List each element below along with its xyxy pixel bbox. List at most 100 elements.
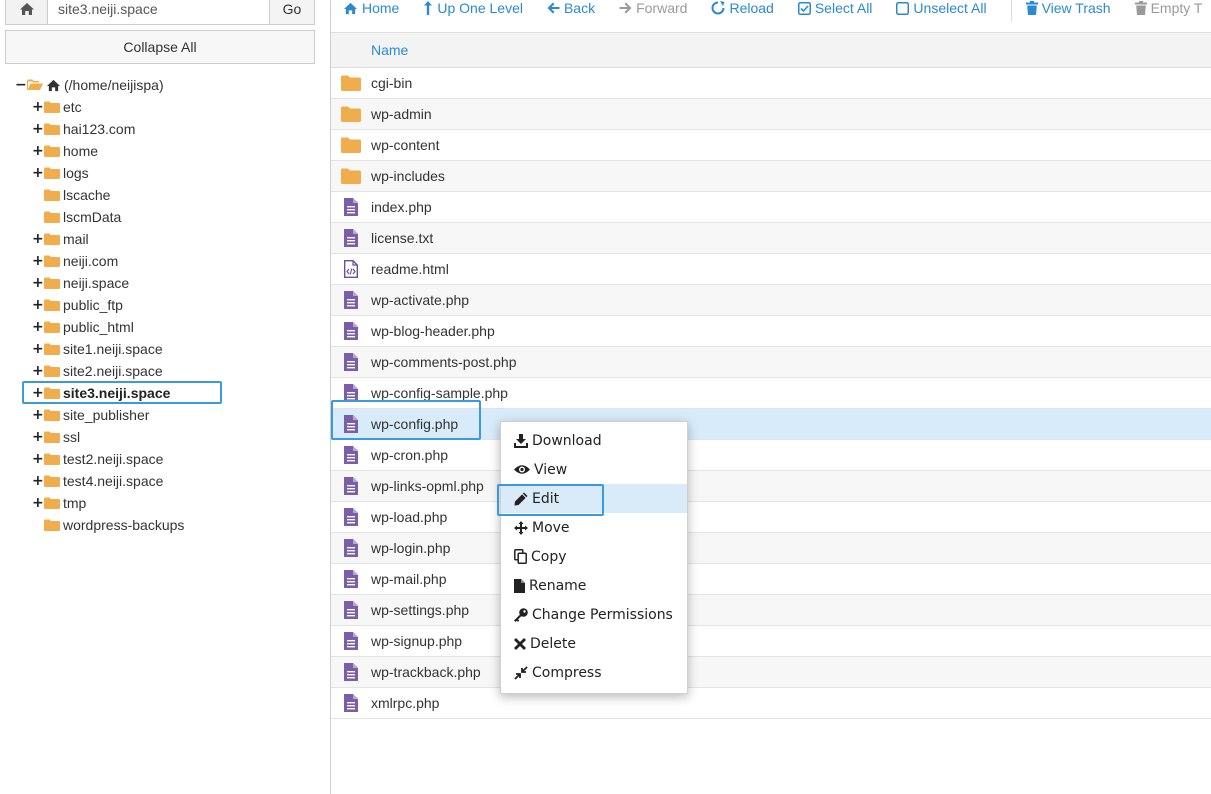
view-trash-button[interactable]: View Trash bbox=[1025, 0, 1111, 18]
home-button[interactable]: Home bbox=[343, 0, 399, 18]
file-row[interactable]: wp-comments-post.php bbox=[331, 347, 1211, 378]
go-button[interactable]: Go bbox=[269, 0, 314, 24]
file-row[interactable]: wp-mail.php bbox=[331, 564, 1211, 595]
file-text-icon bbox=[331, 694, 371, 712]
tree-item-tmp[interactable]: + tmp bbox=[0, 492, 330, 514]
tree-item-mail[interactable]: + mail bbox=[0, 228, 330, 250]
menu-item-move[interactable]: Move bbox=[501, 513, 687, 542]
folder-icon bbox=[42, 189, 63, 201]
file-row[interactable]: readme.html bbox=[331, 254, 1211, 285]
file-row[interactable]: xmlrpc.php bbox=[331, 688, 1211, 719]
expand-toggle-icon[interactable]: + bbox=[32, 276, 44, 290]
reload-button[interactable]: Reload bbox=[711, 0, 774, 18]
file-name: cgi-bin bbox=[371, 75, 413, 91]
tree-item-lscmdata[interactable]: +lscmData bbox=[0, 206, 330, 228]
file-text-icon bbox=[331, 601, 371, 619]
menu-item-rename[interactable]: Rename bbox=[501, 571, 687, 600]
tree-item-ssl[interactable]: + ssl bbox=[0, 426, 330, 448]
expand-toggle-icon[interactable]: + bbox=[32, 408, 44, 422]
expand-toggle-icon[interactable]: + bbox=[32, 430, 44, 444]
expand-toggle-icon[interactable]: + bbox=[32, 320, 44, 334]
menu-item-change-permissions[interactable]: Change Permissions bbox=[501, 600, 687, 629]
up-one-level-button[interactable]: Up One Level bbox=[423, 0, 523, 18]
select-all-button[interactable]: Select All bbox=[797, 0, 872, 18]
expand-toggle-icon[interactable]: + bbox=[32, 342, 44, 356]
tree-item-site3-neiji-space[interactable]: + site3.neiji.space bbox=[0, 382, 330, 404]
folder-icon bbox=[42, 409, 63, 421]
folder-icon bbox=[331, 168, 371, 184]
expand-toggle-icon[interactable]: + bbox=[32, 452, 44, 466]
file-row[interactable]: wp-links-opml.php bbox=[331, 471, 1211, 502]
file-name: wp-content bbox=[371, 137, 440, 153]
tree-item-label: home bbox=[63, 143, 99, 159]
tree-item-hai123-com[interactable]: + hai123.com bbox=[0, 118, 330, 140]
tree-item-label: test4.neiji.space bbox=[63, 473, 164, 489]
menu-item-label: Copy bbox=[531, 548, 567, 565]
tree-item-public-html[interactable]: + public_html bbox=[0, 316, 330, 338]
tree-root[interactable]: − (/home/neijispa) bbox=[0, 74, 330, 96]
menu-item-compress[interactable]: Compress bbox=[501, 658, 687, 687]
folder-icon bbox=[331, 75, 371, 91]
check-square-icon bbox=[797, 1, 811, 15]
tree-item-public-ftp[interactable]: + public_ftp bbox=[0, 294, 330, 316]
file-row[interactable]: index.php bbox=[331, 192, 1211, 223]
empty-trash-button[interactable]: Empty T bbox=[1134, 0, 1202, 18]
tree-item-site1-neiji-space[interactable]: + site1.neiji.space bbox=[0, 338, 330, 360]
collapse-toggle-icon[interactable]: − bbox=[15, 78, 27, 92]
expand-toggle-icon[interactable]: + bbox=[32, 122, 44, 136]
tree-item-logs[interactable]: + logs bbox=[0, 162, 330, 184]
file-row[interactable]: wp-trackback.php bbox=[331, 657, 1211, 688]
expand-toggle-icon[interactable]: + bbox=[32, 364, 44, 378]
collapse-all-button[interactable]: Collapse All bbox=[5, 30, 315, 64]
expand-toggle-icon[interactable]: + bbox=[32, 254, 44, 268]
back-button[interactable]: Back bbox=[547, 0, 595, 18]
file-row[interactable]: wp-cron.php bbox=[331, 440, 1211, 471]
tree-item-etc[interactable]: + etc bbox=[0, 96, 330, 118]
tree-item-label: test2.neiji.space bbox=[63, 451, 164, 467]
expand-toggle-icon[interactable]: + bbox=[32, 144, 44, 158]
expand-toggle-icon[interactable]: + bbox=[32, 298, 44, 312]
menu-item-download[interactable]: Download bbox=[501, 426, 687, 455]
tree-item-site-publisher[interactable]: + site_publisher bbox=[0, 404, 330, 426]
tree-item-test2-neiji-space[interactable]: + test2.neiji.space bbox=[0, 448, 330, 470]
menu-item-view[interactable]: View bbox=[501, 455, 687, 484]
expand-toggle-icon[interactable]: + bbox=[32, 474, 44, 488]
tree-item-neiji-com[interactable]: + neiji.com bbox=[0, 250, 330, 272]
tree-item-neiji-space[interactable]: + neiji.space bbox=[0, 272, 330, 294]
expand-toggle-icon[interactable]: + bbox=[32, 166, 44, 180]
file-row[interactable]: wp-signup.php bbox=[331, 626, 1211, 657]
file-row[interactable]: wp-blog-header.php bbox=[331, 316, 1211, 347]
expand-toggle-icon[interactable]: + bbox=[32, 232, 44, 246]
menu-item-edit[interactable]: Edit bbox=[501, 484, 687, 513]
file-row[interactable]: wp-settings.php bbox=[331, 595, 1211, 626]
file-row[interactable]: license.txt bbox=[331, 223, 1211, 254]
expand-toggle-icon[interactable]: + bbox=[32, 100, 44, 114]
path-home-button[interactable] bbox=[6, 0, 48, 24]
name-column-header[interactable]: Name bbox=[371, 42, 408, 58]
file-row[interactable]: wp-includes bbox=[331, 161, 1211, 192]
tree-item-test4-neiji-space[interactable]: + test4.neiji.space bbox=[0, 470, 330, 492]
tree-item-wordpress-backups[interactable]: +wordpress-backups bbox=[0, 514, 330, 536]
tree-item-home[interactable]: + home bbox=[0, 140, 330, 162]
file-row[interactable]: wp-content bbox=[331, 130, 1211, 161]
expand-toggle-icon[interactable]: + bbox=[32, 496, 44, 510]
tree-item-site2-neiji-space[interactable]: + site2.neiji.space bbox=[0, 360, 330, 382]
expand-toggle-icon[interactable]: + bbox=[32, 386, 44, 400]
file-row[interactable]: wp-activate.php bbox=[331, 285, 1211, 316]
file-row[interactable]: cgi-bin bbox=[331, 68, 1211, 99]
path-input[interactable] bbox=[48, 0, 269, 24]
tree-root-label: (/home/neijispa) bbox=[64, 77, 164, 93]
unselect-all-button[interactable]: Unselect All bbox=[896, 0, 987, 18]
trash-icon bbox=[1025, 1, 1038, 15]
file-row[interactable]: wp-load.php bbox=[331, 502, 1211, 533]
file-row[interactable]: wp-config.php bbox=[331, 409, 1211, 440]
file-row[interactable]: wp-admin bbox=[331, 99, 1211, 130]
menu-item-delete[interactable]: Delete bbox=[501, 629, 687, 658]
file-row[interactable]: wp-login.php bbox=[331, 533, 1211, 564]
forward-button[interactable]: Forward bbox=[619, 0, 687, 18]
file-table: Name cgi-bin wp-admin wp-content wp-include… bbox=[331, 32, 1211, 719]
menu-item-copy[interactable]: Copy bbox=[501, 542, 687, 571]
tree-item-lscache[interactable]: +lscache bbox=[0, 184, 330, 206]
file-row[interactable]: wp-config-sample.php bbox=[331, 378, 1211, 409]
menu-item-label: Download bbox=[532, 432, 602, 449]
